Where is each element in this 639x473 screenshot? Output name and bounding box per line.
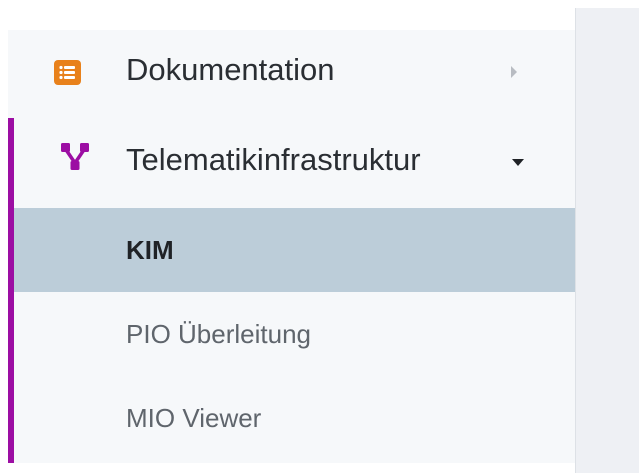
sidebar: Dokumentation Telematikinfrastruktur KIM… bbox=[8, 30, 575, 463]
network-icon bbox=[60, 142, 90, 177]
chevron-right-icon bbox=[511, 66, 517, 78]
submenu-item-mio-viewer[interactable]: MIO Viewer bbox=[14, 376, 575, 460]
caret-down-icon bbox=[512, 159, 524, 166]
sidebar-item-label: Telematikinfrastruktur bbox=[126, 142, 421, 177]
sidebar-item-dokumentation[interactable]: Dokumentation bbox=[8, 30, 575, 115]
submenu-item-label: MIO Viewer bbox=[126, 403, 262, 433]
submenu-item-pio-ueberleitung[interactable]: PIO Überleitung bbox=[14, 292, 575, 376]
sidebar-item-telematikinfrastruktur[interactable]: Telematikinfrastruktur bbox=[8, 115, 575, 208]
submenu-item-kim[interactable]: KIM bbox=[14, 208, 575, 292]
main-content-area bbox=[575, 8, 639, 473]
submenu-item-label: PIO Überleitung bbox=[126, 319, 311, 349]
list-icon bbox=[54, 60, 81, 85]
sidebar-item-label: Dokumentation bbox=[126, 52, 335, 87]
submenu-item-label: KIM bbox=[126, 235, 174, 265]
